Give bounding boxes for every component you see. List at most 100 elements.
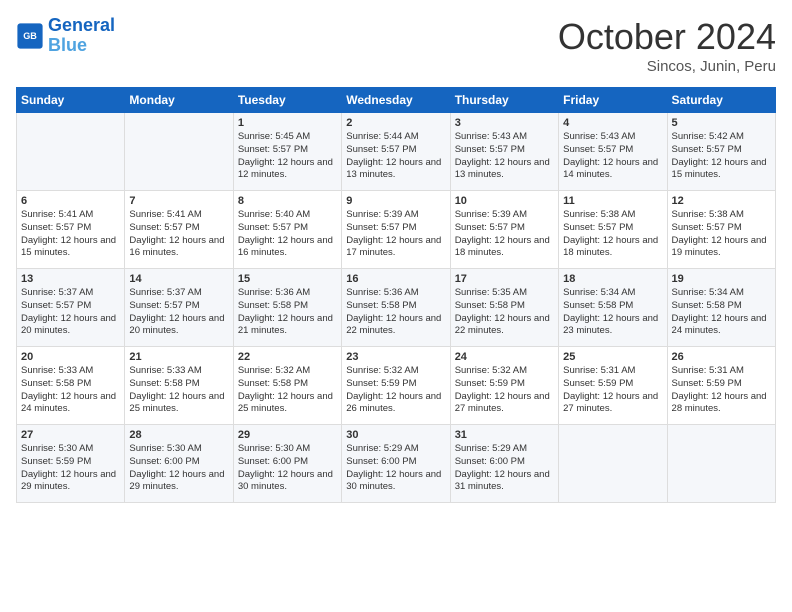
weekday-header: Wednesday [342, 88, 450, 113]
day-info: Sunrise: 5:32 AM Sunset: 5:58 PM Dayligh… [238, 365, 337, 416]
day-number: 11 [563, 195, 662, 207]
day-number: 30 [346, 429, 445, 441]
calendar-cell: 24Sunrise: 5:32 AM Sunset: 5:59 PM Dayli… [450, 347, 558, 425]
logo: GB GeneralBlue [16, 16, 115, 56]
day-number: 5 [672, 117, 771, 129]
calendar-cell: 1 Sunrise: 5:45 AM Sunset: 5:57 PM Daylig… [233, 113, 341, 191]
day-info: Sunrise: 5:34 AM Sunset: 5:58 PM Dayligh… [672, 287, 771, 338]
day-info: Sunrise: 5:38 AM Sunset: 5:57 PM Dayligh… [672, 209, 771, 260]
day-info: Sunrise: 5:41 AM Sunset: 5:57 PM Dayligh… [129, 209, 228, 260]
day-number: 6 [21, 195, 120, 207]
day-info: Sunrise: 5:29 AM Sunset: 6:00 PM Dayligh… [455, 443, 554, 494]
weekday-header: Sunday [17, 88, 125, 113]
day-info: Sunrise: 5:37 AM Sunset: 5:57 PM Dayligh… [129, 287, 228, 338]
calendar-cell [17, 113, 125, 191]
day-number: 22 [238, 351, 337, 363]
calendar-cell: 8 Sunrise: 5:40 AM Sunset: 5:57 PM Daylig… [233, 191, 341, 269]
day-number: 2 [346, 117, 445, 129]
day-number: 20 [21, 351, 120, 363]
day-info: Sunrise: 5:38 AM Sunset: 5:57 PM Dayligh… [563, 209, 662, 260]
calendar-cell: 6 Sunrise: 5:41 AM Sunset: 5:57 PM Daylig… [17, 191, 125, 269]
logo-icon: GB [16, 22, 44, 50]
day-number: 13 [21, 273, 120, 285]
day-number: 29 [238, 429, 337, 441]
weekday-header: Saturday [667, 88, 775, 113]
calendar-cell: 31Sunrise: 5:29 AM Sunset: 6:00 PM Dayli… [450, 425, 558, 503]
day-number: 28 [129, 429, 228, 441]
day-info: Sunrise: 5:36 AM Sunset: 5:58 PM Dayligh… [346, 287, 445, 338]
calendar-table: SundayMondayTuesdayWednesdayThursdayFrid… [16, 87, 776, 503]
day-number: 25 [563, 351, 662, 363]
day-info: Sunrise: 5:43 AM Sunset: 5:57 PM Dayligh… [455, 131, 554, 182]
day-number: 17 [455, 273, 554, 285]
month-title: October 2024 [558, 16, 776, 58]
calendar-cell: 16Sunrise: 5:36 AM Sunset: 5:58 PM Dayli… [342, 269, 450, 347]
day-info: Sunrise: 5:36 AM Sunset: 5:58 PM Dayligh… [238, 287, 337, 338]
day-info: Sunrise: 5:37 AM Sunset: 5:57 PM Dayligh… [21, 287, 120, 338]
calendar-cell: 15 Sunrise: 5:36 AM Sunset: 5:58 PM Dayli… [233, 269, 341, 347]
calendar-cell: 21Sunrise: 5:33 AM Sunset: 5:58 PM Dayli… [125, 347, 233, 425]
day-info: Sunrise: 5:31 AM Sunset: 5:59 PM Dayligh… [672, 365, 771, 416]
calendar-cell: 26 Sunrise: 5:31 AM Sunset: 5:59 PM Dayli… [667, 347, 775, 425]
day-number: 15 [238, 273, 337, 285]
calendar-cell: 5 Sunrise: 5:42 AM Sunset: 5:57 PM Daylig… [667, 113, 775, 191]
day-info: Sunrise: 5:40 AM Sunset: 5:57 PM Dayligh… [238, 209, 337, 260]
location-subtitle: Sincos, Junin, Peru [558, 58, 776, 75]
day-number: 14 [129, 273, 228, 285]
calendar-week-row: 6 Sunrise: 5:41 AM Sunset: 5:57 PM Daylig… [17, 191, 776, 269]
day-info: Sunrise: 5:41 AM Sunset: 5:57 PM Dayligh… [21, 209, 120, 260]
day-number: 9 [346, 195, 445, 207]
day-info: Sunrise: 5:35 AM Sunset: 5:58 PM Dayligh… [455, 287, 554, 338]
day-number: 7 [129, 195, 228, 207]
calendar-cell: 23 Sunrise: 5:32 AM Sunset: 5:59 PM Dayli… [342, 347, 450, 425]
day-info: Sunrise: 5:39 AM Sunset: 5:57 PM Dayligh… [455, 209, 554, 260]
day-info: Sunrise: 5:45 AM Sunset: 5:57 PM Dayligh… [238, 131, 337, 182]
day-number: 3 [455, 117, 554, 129]
calendar-week-row: 20 Sunrise: 5:33 AM Sunset: 5:58 PM Dayli… [17, 347, 776, 425]
svg-text:GB: GB [23, 31, 37, 41]
calendar-week-row: 27Sunrise: 5:30 AM Sunset: 5:59 PM Dayli… [17, 425, 776, 503]
day-number: 1 [238, 117, 337, 129]
day-number: 26 [672, 351, 771, 363]
calendar-cell: 28 Sunrise: 5:30 AM Sunset: 6:00 PM Dayli… [125, 425, 233, 503]
day-info: Sunrise: 5:33 AM Sunset: 5:58 PM Dayligh… [21, 365, 120, 416]
day-info: Sunrise: 5:30 AM Sunset: 6:00 PM Dayligh… [238, 443, 337, 494]
calendar-cell [667, 425, 775, 503]
logo-text: GeneralBlue [48, 16, 115, 56]
day-info: Sunrise: 5:30 AM Sunset: 6:00 PM Dayligh… [129, 443, 228, 494]
calendar-cell: 13 Sunrise: 5:37 AM Sunset: 5:57 PM Dayli… [17, 269, 125, 347]
calendar-cell: 14 Sunrise: 5:37 AM Sunset: 5:57 PM Dayli… [125, 269, 233, 347]
calendar-cell: 11 Sunrise: 5:38 AM Sunset: 5:57 PM Dayli… [559, 191, 667, 269]
day-info: Sunrise: 5:43 AM Sunset: 5:57 PM Dayligh… [563, 131, 662, 182]
day-info: Sunrise: 5:44 AM Sunset: 5:57 PM Dayligh… [346, 131, 445, 182]
day-info: Sunrise: 5:32 AM Sunset: 5:59 PM Dayligh… [346, 365, 445, 416]
weekday-header: Friday [559, 88, 667, 113]
calendar-cell: 7 Sunrise: 5:41 AM Sunset: 5:57 PM Daylig… [125, 191, 233, 269]
day-number: 4 [563, 117, 662, 129]
calendar-cell: 17 Sunrise: 5:35 AM Sunset: 5:58 PM Dayli… [450, 269, 558, 347]
calendar-week-row: 1 Sunrise: 5:45 AM Sunset: 5:57 PM Daylig… [17, 113, 776, 191]
day-number: 8 [238, 195, 337, 207]
day-info: Sunrise: 5:30 AM Sunset: 5:59 PM Dayligh… [21, 443, 120, 494]
day-info: Sunrise: 5:42 AM Sunset: 5:57 PM Dayligh… [672, 131, 771, 182]
page-header: GB GeneralBlue October 2024 Sincos, Juni… [16, 16, 776, 75]
calendar-cell: 19 Sunrise: 5:34 AM Sunset: 5:58 PM Dayli… [667, 269, 775, 347]
day-number: 19 [672, 273, 771, 285]
day-number: 23 [346, 351, 445, 363]
day-info: Sunrise: 5:31 AM Sunset: 5:59 PM Dayligh… [563, 365, 662, 416]
calendar-cell: 10Sunrise: 5:39 AM Sunset: 5:57 PM Dayli… [450, 191, 558, 269]
day-number: 18 [563, 273, 662, 285]
day-number: 12 [672, 195, 771, 207]
calendar-cell: 30Sunrise: 5:29 AM Sunset: 6:00 PM Dayli… [342, 425, 450, 503]
calendar-cell: 25 Sunrise: 5:31 AM Sunset: 5:59 PM Dayli… [559, 347, 667, 425]
calendar-cell: 12 Sunrise: 5:38 AM Sunset: 5:57 PM Dayli… [667, 191, 775, 269]
title-block: October 2024 Sincos, Junin, Peru [558, 16, 776, 75]
calendar-cell [125, 113, 233, 191]
calendar-cell: 3 Sunrise: 5:43 AM Sunset: 5:57 PM Daylig… [450, 113, 558, 191]
weekday-header: Monday [125, 88, 233, 113]
weekday-header: Thursday [450, 88, 558, 113]
calendar-cell: 20 Sunrise: 5:33 AM Sunset: 5:58 PM Dayli… [17, 347, 125, 425]
day-info: Sunrise: 5:39 AM Sunset: 5:57 PM Dayligh… [346, 209, 445, 260]
day-info: Sunrise: 5:32 AM Sunset: 5:59 PM Dayligh… [455, 365, 554, 416]
calendar-cell: 22 Sunrise: 5:32 AM Sunset: 5:58 PM Dayli… [233, 347, 341, 425]
